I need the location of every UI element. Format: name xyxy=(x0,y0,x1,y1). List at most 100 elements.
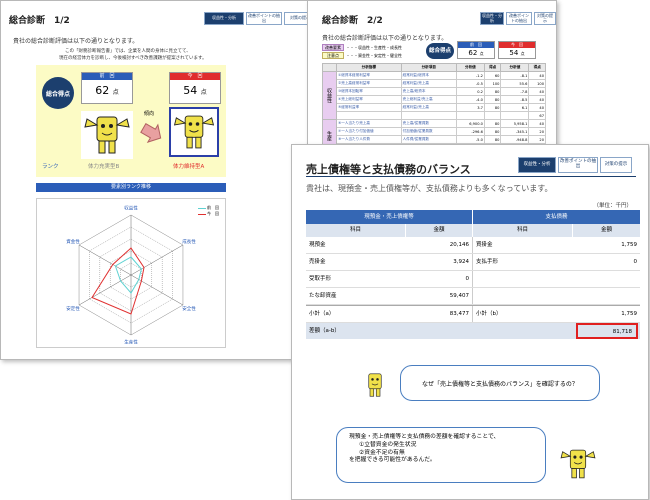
table-cell: 60 xyxy=(483,71,502,80)
nav-tab-improvement[interactable]: 改善ポイントの抽出 xyxy=(246,12,282,25)
radar-axis-label: 安定性 xyxy=(66,305,80,312)
nav-tab-analysis[interactable]: 収益性・分析 xyxy=(480,12,504,25)
table-cell: たな卸資産 xyxy=(309,293,337,299)
table-cell: 0 xyxy=(406,271,473,287)
prev-mascot-frame xyxy=(81,111,133,159)
radar-legend: 前 回 今 回 xyxy=(197,205,219,217)
table-cell: ④売上総利益率 xyxy=(336,95,402,104)
page-nav: 収益性・分析 改善ポイントの抽出 対策の提示 xyxy=(480,12,556,25)
table-cell xyxy=(473,288,573,304)
table-row: 67 xyxy=(323,111,546,120)
table-cell: 20 xyxy=(528,127,546,136)
total-score-badge: 総合得点 xyxy=(426,43,454,59)
table-cell: 40 xyxy=(528,103,546,112)
nav-tab-improvement[interactable]: 改善ポイントの抽出 xyxy=(558,157,598,173)
table-row: ④売上総利益率 売上総利益/売上高 -4.0 80 -8.5 40 xyxy=(323,95,546,104)
page-nav: 収益性・分析 改善ポイントの抽出 対策の提示 xyxy=(518,157,632,173)
answer-bubble: 現預金・売上債権等と支払債務の差額を確認することで、 ①立替資金の発生状況 ②資… xyxy=(336,427,546,483)
radar-chart-frame: 収益性 成長性 安全性 生産性 安定性 資金性 前 回 今 回 xyxy=(36,198,226,348)
score-table: 分析指標 分析項目 分析値 得点 分析値 得点 収益性 ①総資本経常利益率 経常利益… xyxy=(322,63,546,152)
radar-series-prev xyxy=(114,256,142,294)
table-cell: -0.5 xyxy=(455,79,485,88)
radar-axis-label: 資金性 xyxy=(66,238,80,245)
table-cell: 3.7 xyxy=(455,103,485,112)
table-cell: 5,958.1 xyxy=(500,119,530,128)
table-row: 現預金 20,146 買掛金 1,759 xyxy=(306,237,640,254)
table-row: たな卸資産 59,407 xyxy=(306,288,640,305)
table-cell: 付加価値/従業員数 xyxy=(400,127,457,136)
table-row: 受取手形 0 xyxy=(306,271,640,288)
table-cell: 80 xyxy=(483,95,502,104)
nav-tab-measures[interactable]: 対策の提示 xyxy=(600,157,632,173)
curr-score-box: 今 回 54 点 xyxy=(498,41,536,59)
table-cell: 売上高/総資本 xyxy=(400,87,457,96)
table-cell: 1,759 xyxy=(621,311,637,317)
right-group-header: 支払債務 xyxy=(473,210,640,224)
curr-score-value: 54 点 xyxy=(183,84,207,97)
table-cell: 100 xyxy=(483,79,502,88)
table-cell: 3,924 xyxy=(406,254,473,270)
table-cell: 67 xyxy=(528,111,546,120)
table-cell: 40 xyxy=(528,71,546,80)
table-cell: ⑥一人当たり売上高 xyxy=(336,119,402,128)
page-nav: 収益性・分析 改善ポイントの抽出 対策の提示 xyxy=(204,12,316,25)
nav-tab-measures[interactable]: 対策の提示 xyxy=(534,12,556,25)
balance-group-headers: 現預金・売上債権等 支払債務 xyxy=(306,210,640,224)
table-cell: ⑦一人当たり付加価値 xyxy=(336,127,402,136)
report-page-3: 売上債権等と支払債務のバランス 収益性・分析 改善ポイントの抽出 対策の提示 貴… xyxy=(291,144,649,500)
balance-col-headers: 科目 金額 科目 金額 xyxy=(306,224,640,237)
table-cell: 83,477 xyxy=(406,306,473,322)
table-cell: ③総資本回転率 xyxy=(336,87,402,96)
mascot-icon xyxy=(368,373,382,397)
legend-tag-improve: 改善要素 xyxy=(322,44,344,51)
nav-tab-analysis[interactable]: 収益性・分析 xyxy=(518,157,556,173)
table-cell: 経常利益/売上高 xyxy=(400,103,457,112)
table-cell: 人件費/従業員数 xyxy=(400,135,457,144)
table-row: ⑦一人当たり付加価値 付加価値/従業員数 -296.6 80 -345.1 20 xyxy=(323,127,546,136)
table-cell: -8.5 xyxy=(500,95,530,104)
table-row: ⑤経常利益率 経常利益/売上高 3.7 80 6.1 40 xyxy=(323,103,546,112)
table-cell: ①総資本経常利益率 xyxy=(336,71,402,80)
table-row: 収益性 ①総資本経常利益率 経常利益/総資本 -1.2 60 -8.1 40 xyxy=(322,71,546,120)
page-title: 総合診断 1/2 xyxy=(9,16,70,26)
mascot-icon xyxy=(84,116,130,154)
table-cell: 20 xyxy=(528,135,546,144)
diff-label: 差額（a-b） xyxy=(309,328,340,334)
table-cell: -296.6 xyxy=(455,127,485,136)
table-cell: 買掛金 xyxy=(476,242,493,248)
table-cell xyxy=(483,111,502,120)
radar-axis xyxy=(78,244,132,276)
curr-score-box: 今 回 54 点 xyxy=(169,72,221,104)
table-cell: 100 xyxy=(528,79,546,88)
table-cell: 40 xyxy=(528,119,546,128)
curr-mascot-frame xyxy=(169,107,219,157)
table-cell: 1,759 xyxy=(621,242,637,248)
table-cell: 売上高/従業員数 xyxy=(400,119,457,128)
trend-label: 傾向 xyxy=(144,111,155,117)
table-row: ⑧一人当たり人件費 人件費/従業員数 -5.0 80 -948.8 20 xyxy=(323,135,546,144)
balance-table: 現預金・売上債権等 支払債務 科目 金額 科目 金額 現預金 20,146 買掛金 1… xyxy=(306,210,640,339)
table-cell: 0.2 xyxy=(455,87,485,96)
table-cell: -1.2 xyxy=(455,71,485,80)
prev-label: 前 回 xyxy=(82,73,132,80)
table-cell: ⑧一人当たり人件費 xyxy=(336,135,402,144)
diff-row: 差額（a-b） 81,718 xyxy=(306,323,640,339)
unit-note: （単位：千円） xyxy=(593,203,632,209)
rank-section-header: 要素別ランク推移 xyxy=(36,183,226,192)
nav-tab-analysis[interactable]: 収益性・分析 xyxy=(204,12,244,25)
table-cell: 0 xyxy=(633,259,638,265)
nav-tab-improvement[interactable]: 改善ポイントの抽出 xyxy=(506,12,532,25)
prev-score-box: 前 回 62 点 xyxy=(81,72,133,104)
table-row: 売掛金 3,924 支払手形 0 xyxy=(306,254,640,271)
table-cell xyxy=(500,111,530,120)
radar-chart: 収益性成長性安全性生産性 安定性 資金性 xyxy=(66,205,196,346)
table-cell: -8.1 xyxy=(500,71,530,80)
table-cell: -345.1 xyxy=(500,127,530,136)
curr-label: 今 回 xyxy=(170,73,220,80)
table-cell xyxy=(573,288,640,304)
table-cell: 20,146 xyxy=(406,237,473,253)
legend-line-2: ・・・資金性・安定性・健全性 xyxy=(346,53,402,58)
table-cell: 80 xyxy=(483,119,502,128)
table-cell: 小計（a） xyxy=(309,311,335,317)
table-cell: 55.6 xyxy=(500,79,530,88)
